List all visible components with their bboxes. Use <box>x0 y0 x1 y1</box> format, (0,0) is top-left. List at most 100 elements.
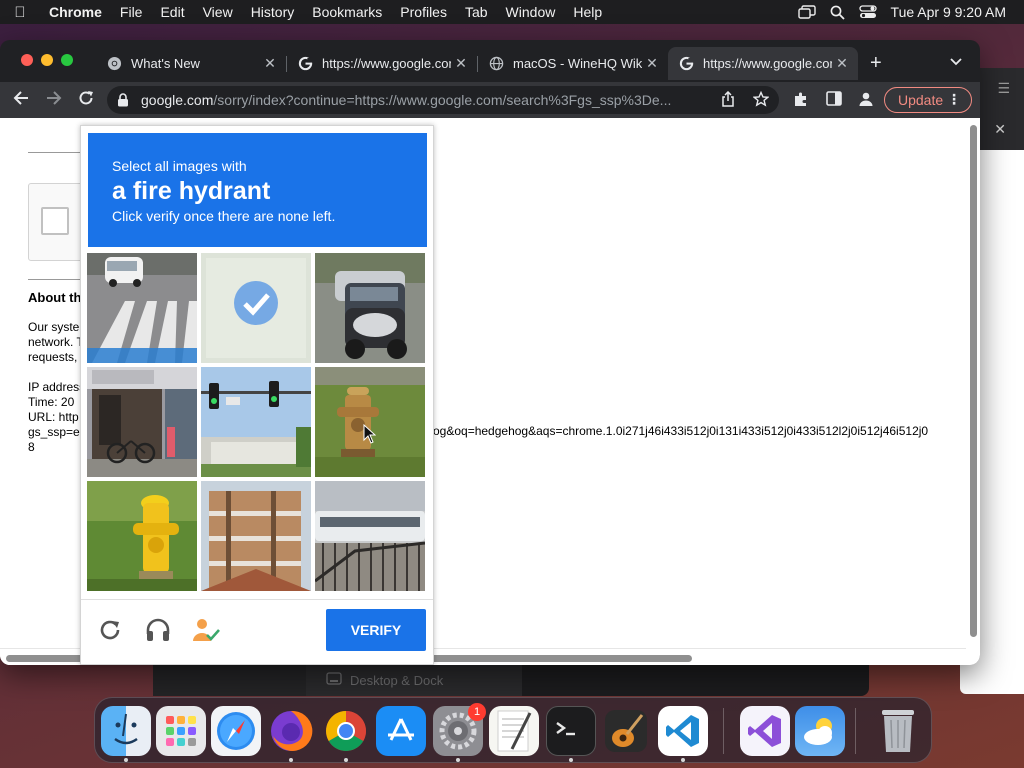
prompt-instructions: Click verify once there are none left. <box>112 208 336 224</box>
url-text-tail: og&oq=hedgehog&aqs=chrome.1.0i271j46i433… <box>433 424 929 438</box>
minimize-window-button[interactable] <box>41 54 53 66</box>
close-tab-icon[interactable]: ✕ <box>642 55 662 72</box>
app-store-icon[interactable] <box>376 706 426 756</box>
textedit-icon[interactable] <box>489 706 539 756</box>
chrome-menu-icon[interactable]: ⋮ <box>947 91 961 108</box>
update-chrome-button[interactable]: Update ⋮ <box>884 87 972 113</box>
menu-file[interactable]: File <box>111 4 152 20</box>
time-label: Time: 20 <box>28 395 75 409</box>
sidebar-item-desktop-dock[interactable]: Desktop & Dock <box>306 664 522 696</box>
reload-challenge-icon[interactable] <box>96 616 124 644</box>
sidebar-item-label: Desktop & Dock <box>350 672 444 688</box>
tab-title: https://www.google.com/sorry/index <box>322 56 451 71</box>
share-icon[interactable] <box>721 90 735 111</box>
browser-toolbar: google.com /sorry/index?continue=https:/… <box>0 82 980 118</box>
trash-icon[interactable] <box>873 706 923 756</box>
close-icon[interactable]: ✕ <box>994 121 1006 138</box>
tab-winehq-wiki[interactable]: macOS - WineHQ Wiki ✕ <box>478 47 668 80</box>
captcha-tile-traffic-lights[interactable] <box>201 367 311 477</box>
not-a-robot-checkbox[interactable] <box>41 207 69 235</box>
firefox-icon[interactable] <box>266 706 316 756</box>
prompt-line: Select all images with <box>112 158 247 174</box>
tab-title: macOS - WineHQ Wiki <box>513 56 642 71</box>
control-center-icon[interactable] <box>858 5 877 19</box>
audio-challenge-headphones-icon[interactable] <box>144 616 172 644</box>
close-tab-icon[interactable]: ✕ <box>260 55 280 72</box>
back-button[interactable] <box>12 90 30 111</box>
captcha-tile-yellow-hydrant[interactable] <box>87 481 197 591</box>
lock-icon[interactable] <box>115 93 131 107</box>
paragraph-line: requests, and not a robot. <box>28 350 80 364</box>
clock[interactable]: Tue Apr 9 9:20 AM <box>891 4 1006 20</box>
url-label: URL: http <box>28 410 79 424</box>
zoom-window-button[interactable] <box>61 54 73 66</box>
chrome-icon[interactable] <box>321 706 371 756</box>
apple-menu-icon[interactable]:  <box>0 4 40 21</box>
about-heading: About this page <box>28 290 80 305</box>
screen-mirroring-icon[interactable] <box>797 5 816 19</box>
dock <box>94 697 932 763</box>
captcha-tile-motorcycle[interactable] <box>315 253 425 363</box>
garageband-icon[interactable] <box>601 706 651 756</box>
challenge-prompt: Select all images with a fire hydrant Cl… <box>88 133 427 247</box>
notification-badge: 1 <box>468 703 486 721</box>
tab-google-sorry-1[interactable]: https://www.google.com/sorry/index ✕ <box>287 47 477 80</box>
app-menu[interactable]: Chrome <box>40 4 111 20</box>
menu-help[interactable]: Help <box>564 4 611 20</box>
menu-bookmarks[interactable]: Bookmarks <box>303 4 391 20</box>
close-window-button[interactable] <box>21 54 33 66</box>
launchpad-icon[interactable] <box>156 706 206 756</box>
forward-button[interactable] <box>45 90 63 111</box>
menu-view[interactable]: View <box>194 4 242 20</box>
captcha-tile-selected[interactable] <box>201 253 311 363</box>
close-tab-icon[interactable]: ✕ <box>832 55 852 72</box>
paragraph-line: Our systems have detected unusual traffi… <box>28 320 80 334</box>
divider <box>28 279 88 280</box>
prompt-target: a fire hydrant <box>112 177 271 205</box>
side-panel-icon[interactable] <box>826 91 842 110</box>
visual-studio-icon[interactable] <box>740 706 790 756</box>
footer-divider <box>81 599 433 600</box>
menu-tab[interactable]: Tab <box>456 4 497 20</box>
menu-window[interactable]: Window <box>497 4 565 20</box>
tab-strip: What's New ✕ https://www.google.com/sorr… <box>0 40 980 82</box>
reload-button[interactable] <box>78 90 94 111</box>
menu-history[interactable]: History <box>242 4 304 20</box>
menu-bar:  Chrome File Edit View History Bookmark… <box>0 0 1024 24</box>
captcha-tile-crosswalk[interactable] <box>87 253 197 363</box>
recaptcha-challenge: Select all images with a fire hydrant Cl… <box>80 125 434 665</box>
url-continuation: gs_ssp=e <box>28 425 80 439</box>
info-person-check-icon[interactable] <box>192 616 220 644</box>
captcha-tile-construction[interactable] <box>201 481 311 591</box>
vertical-scroll-thumb[interactable] <box>970 125 977 637</box>
google-logo-icon <box>297 56 313 72</box>
mouse-pointer-icon <box>363 423 377 449</box>
bookmark-star-icon[interactable] <box>752 90 770 111</box>
tab-whats-new[interactable]: What's New ✕ <box>96 47 286 80</box>
google-logo-icon <box>678 56 694 72</box>
recaptcha-anchor <box>28 183 88 261</box>
close-tab-icon[interactable]: ✕ <box>451 55 471 72</box>
captcha-tile-hydrant-grass[interactable] <box>315 367 425 477</box>
terminal-icon[interactable] <box>546 706 596 756</box>
verify-button[interactable]: VERIFY <box>326 609 426 651</box>
globe-icon <box>488 56 504 72</box>
menu-edit[interactable]: Edit <box>151 4 193 20</box>
profile-avatar-icon[interactable] <box>858 91 874 111</box>
address-bar[interactable]: google.com /sorry/index?continue=https:/… <box>107 86 779 114</box>
tab-search-chevron-icon[interactable] <box>950 55 962 69</box>
captcha-tile-storefront[interactable] <box>87 367 197 477</box>
menu-icon[interactable]: ☰ <box>997 80 1010 97</box>
paragraph-line: network. This page checks to see if it's… <box>28 335 80 349</box>
safari-icon[interactable] <box>211 706 261 756</box>
finder-icon[interactable] <box>101 706 151 756</box>
spotlight-search-icon[interactable] <box>830 5 845 20</box>
weather-icon[interactable] <box>795 706 845 756</box>
menu-profiles[interactable]: Profiles <box>391 4 456 20</box>
captcha-tile-buses-fence[interactable] <box>315 481 425 591</box>
divider <box>28 152 88 153</box>
extensions-puzzle-icon[interactable] <box>793 91 809 111</box>
vscode-icon[interactable] <box>658 706 708 756</box>
tab-google-sorry-active[interactable]: https://www.google.com/sorry/index ✕ <box>668 47 858 80</box>
new-tab-button[interactable]: + <box>870 53 882 73</box>
